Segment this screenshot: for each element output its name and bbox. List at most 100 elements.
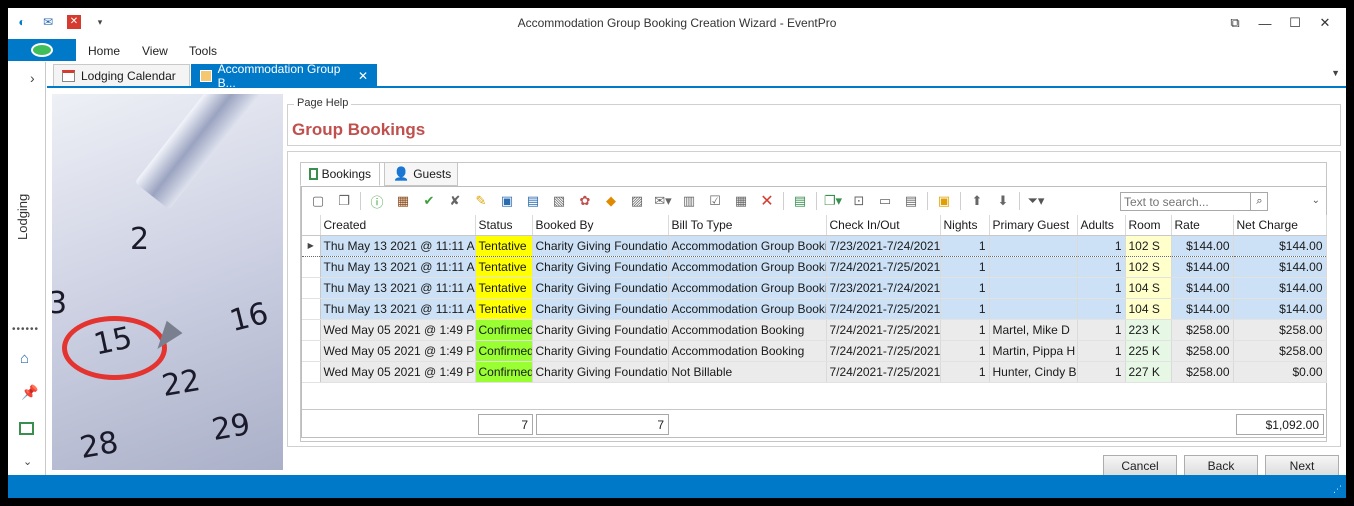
cell-status[interactable]: Confirmed xyxy=(475,319,533,341)
cell-rate[interactable]: $258.00 xyxy=(1171,361,1234,383)
cell-rate[interactable]: $144.00 xyxy=(1171,234,1234,257)
tab-lodging-calendar[interactable]: Lodging Calendar xyxy=(53,64,190,86)
row-indicator[interactable] xyxy=(302,256,321,278)
cell-room[interactable]: 225 K xyxy=(1125,340,1172,362)
cell-guest[interactable] xyxy=(989,234,1078,257)
calculator-icon[interactable]: ▦ xyxy=(731,191,751,211)
menu-home[interactable]: Home xyxy=(88,44,120,58)
home-icon[interactable]: ⌂ xyxy=(20,350,29,367)
cell-adults[interactable]: 1 xyxy=(1077,361,1126,383)
copy-dropdown-icon[interactable]: ❐▾ xyxy=(823,191,843,211)
column-header-created[interactable]: Created xyxy=(320,215,476,236)
email-dropdown-icon[interactable]: ✉▾ xyxy=(653,191,673,211)
cell-nights[interactable]: 1 xyxy=(940,361,990,383)
cell-nights[interactable]: 1 xyxy=(940,340,990,362)
column-header-net-charge[interactable]: Net Charge xyxy=(1233,215,1327,236)
close-tab-icon[interactable]: ✕ xyxy=(358,69,368,83)
notes-clipboard-icon[interactable]: ▣ xyxy=(934,191,954,211)
cell-guest[interactable] xyxy=(989,277,1078,299)
cell-guest[interactable]: Martel, Mike D xyxy=(989,319,1078,341)
app-menu-button[interactable] xyxy=(8,39,76,61)
cell-booked-by[interactable]: Charity Giving Foundation xyxy=(532,319,669,341)
column-header-rate[interactable]: Rate xyxy=(1171,215,1234,236)
layout-icon[interactable]: ▤ xyxy=(901,191,921,211)
lodging-label[interactable]: Lodging xyxy=(15,180,30,240)
table-row[interactable]: Thu May 13 2021 @ 11:11 AM Tentative Chari… xyxy=(302,298,1327,320)
cell-nights[interactable]: 1 xyxy=(940,234,990,257)
cell-status[interactable]: Tentative xyxy=(475,234,533,257)
tab-accommodation-group-booking[interactable]: Accommodation Group B... ✕ xyxy=(191,62,377,90)
luggage-icon[interactable]: ▦ xyxy=(393,191,413,211)
cell-booked-by[interactable]: Charity Giving Foundation xyxy=(532,256,669,278)
cell-room[interactable]: 102 S xyxy=(1125,234,1172,257)
row-indicator[interactable] xyxy=(302,340,321,362)
cell-rate[interactable]: $144.00 xyxy=(1171,277,1234,299)
cell-booked-by[interactable]: Charity Giving Foundation xyxy=(532,361,669,383)
cell-check[interactable]: 7/23/2021-7/24/2021 xyxy=(826,277,941,299)
delete-icon[interactable]: ✕ xyxy=(757,191,777,211)
column-header-bill-to-type[interactable]: Bill To Type xyxy=(668,215,827,236)
cell-room[interactable]: 104 S xyxy=(1125,277,1172,299)
cell-net[interactable]: $144.00 xyxy=(1233,277,1327,299)
column-header-check-in-out[interactable]: Check In/Out xyxy=(826,215,941,236)
new-icon[interactable]: ▢ xyxy=(308,191,328,211)
pin-icon[interactable]: 📌 xyxy=(21,384,38,401)
search-input[interactable] xyxy=(1120,192,1268,211)
table-row[interactable]: ▶ Thu May 13 2021 @ 11:11 AM Tentative Char… xyxy=(302,234,1327,257)
column-header-nights[interactable]: Nights xyxy=(940,215,990,236)
cell-bill-to[interactable]: Accommodation Group Booking xyxy=(668,277,827,299)
clipboard-check-icon[interactable]: ☑ xyxy=(705,191,725,211)
cell-nights[interactable]: 1 xyxy=(940,319,990,341)
column-header-adults[interactable]: Adults xyxy=(1077,215,1126,236)
back-button[interactable]: Back xyxy=(1184,455,1258,477)
cell-net[interactable]: $144.00 xyxy=(1233,256,1327,278)
export-icon[interactable]: ▤ xyxy=(790,191,810,211)
move-down-icon[interactable]: ⬇ xyxy=(993,191,1013,211)
splitter-dots[interactable]: •••••• xyxy=(12,324,39,335)
cell-rate[interactable]: $144.00 xyxy=(1171,256,1234,278)
resize-grip-icon[interactable]: ⋰ xyxy=(1333,484,1342,495)
row-indicator[interactable] xyxy=(302,298,321,320)
table-row[interactable]: Wed May 05 2021 @ 1:49 PM Confirmed Charit… xyxy=(302,340,1327,362)
cell-check[interactable]: 7/23/2021-7/24/2021 xyxy=(826,234,941,257)
current-row-indicator-icon[interactable]: ▶ xyxy=(302,234,321,257)
add-booking-icon[interactable]: ▣ xyxy=(497,191,517,211)
cell-check[interactable]: 7/24/2021-7/25/2021 xyxy=(826,319,941,341)
cell-net[interactable]: $144.00 xyxy=(1233,298,1327,320)
edit-pencil-icon[interactable]: ✎ xyxy=(471,191,491,211)
cell-check[interactable]: 7/24/2021-7/25/2021 xyxy=(826,298,941,320)
cell-created[interactable]: Thu May 13 2021 @ 11:11 AM xyxy=(320,298,476,320)
uncheck-icon[interactable]: ✘ xyxy=(445,191,465,211)
cell-adults[interactable]: 1 xyxy=(1077,277,1126,299)
cell-adults[interactable]: 1 xyxy=(1077,256,1126,278)
next-button[interactable]: Next xyxy=(1265,455,1339,477)
cell-guest[interactable]: Hunter, Cindy B xyxy=(989,361,1078,383)
cell-check[interactable]: 7/24/2021-7/25/2021 xyxy=(826,256,941,278)
cell-created[interactable]: Thu May 13 2021 @ 11:11 AM xyxy=(320,234,476,257)
cell-nights[interactable]: 1 xyxy=(940,256,990,278)
cell-guest[interactable] xyxy=(989,256,1078,278)
cell-status[interactable]: Confirmed xyxy=(475,340,533,362)
cell-net[interactable]: $258.00 xyxy=(1233,319,1327,341)
cell-nights[interactable]: 1 xyxy=(940,277,990,299)
table-row[interactable]: Wed May 05 2021 @ 1:49 PM Confirmed Charit… xyxy=(302,319,1327,341)
column-header-room[interactable]: Room xyxy=(1125,215,1172,236)
search-icon[interactable]: ⌕ xyxy=(1250,192,1268,211)
cell-net[interactable]: $258.00 xyxy=(1233,340,1327,362)
cell-rate[interactable]: $258.00 xyxy=(1171,319,1234,341)
cell-bill-to[interactable]: Accommodation Group Booking xyxy=(668,256,827,278)
cell-status[interactable]: Tentative xyxy=(475,256,533,278)
cell-room[interactable]: 223 K xyxy=(1125,319,1172,341)
cell-room[interactable]: 102 S xyxy=(1125,256,1172,278)
cell-booked-by[interactable]: Charity Giving Foundation xyxy=(532,298,669,320)
disabled-list-icon[interactable]: ▥ xyxy=(679,191,699,211)
menu-view[interactable]: View xyxy=(142,44,168,58)
disabled-doc-icon[interactable]: ▧ xyxy=(549,191,569,211)
disabled-icon[interactable]: ▨ xyxy=(627,191,647,211)
confirm-check-icon[interactable]: ✔ xyxy=(419,191,439,211)
tag-icon[interactable]: ◆ xyxy=(601,191,621,211)
cell-adults[interactable]: 1 xyxy=(1077,298,1126,320)
tab-list-dropdown-icon[interactable]: ▼ xyxy=(1331,68,1340,78)
restore-external-icon[interactable]: ⧉ xyxy=(1220,12,1250,34)
cell-status[interactable]: Confirmed xyxy=(475,361,533,383)
